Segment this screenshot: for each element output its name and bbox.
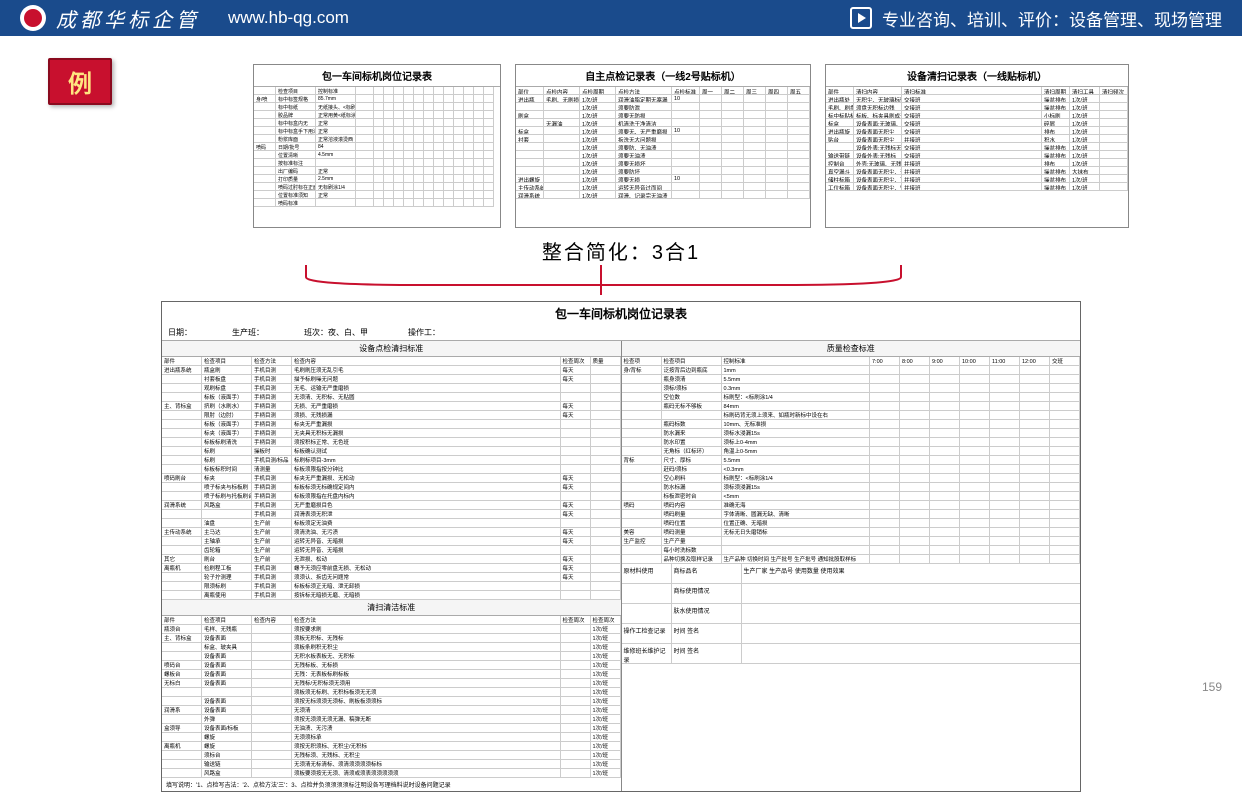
company-name: 成都华标企管 [56, 4, 200, 33]
logo-icon [20, 5, 46, 31]
meta-shift: 生产班： [232, 327, 264, 338]
combined-form: 包一车间标机岗位记录表 日期： 生产班： 班次：夜、白、甲 操作工： 设备点检清… [161, 301, 1081, 792]
tagline: 专业咨询、培训、评价：设备管理、现场管理 [882, 6, 1222, 31]
page-number: 159 [1202, 680, 1222, 694]
bigform-meta: 日期： 生产班： 班次：夜、白、甲 操作工： [162, 325, 1080, 341]
merge-label: 整合简化：3合1 [30, 236, 1212, 265]
form1-title: 包一车间标机岗位记录表 [254, 65, 500, 87]
footnote: 填写说明：'1、点检写吉法：'2、点检方法'三'：3、点检并负须须须须标注明设各… [162, 778, 621, 791]
header-bar: 成都华标企管 www.hb-qg.com 专业咨询、培训、评价：设备管理、现场管… [0, 0, 1242, 36]
source-forms-row: 包一车间标机岗位记录表 检查项目控制标准身/喷标中标签规格85.7mm标中标纸无… [170, 64, 1212, 228]
meta-class: 班次：夜、白、甲 [304, 327, 368, 338]
play-icon [850, 7, 872, 29]
form3-cleaning: 设备清扫记录表（一线贴标机） 部件清扫内容清扫标准清扫周期清扫工具清扫频次进出瓶… [825, 64, 1129, 228]
website-url: www.hb-qg.com [228, 8, 349, 28]
left-section-header: 设备点检清扫标准 [162, 341, 621, 357]
meta-operator: 操作工： [408, 327, 440, 338]
cleaning-header: 清扫清洁标准 [162, 600, 621, 616]
meta-date: 日期： [168, 327, 192, 338]
form2-inspection: 自主点检记录表（一线2号贴标机） 部位点检内容点检周期点检方法点检标准周一周二周… [515, 64, 811, 228]
bigform-title: 包一车间标机岗位记录表 [162, 302, 1080, 325]
form3-title: 设备清扫记录表（一线贴标机） [826, 65, 1128, 87]
merge-connector [121, 265, 1121, 295]
example-badge: 例 [48, 58, 112, 105]
form1-record: 包一车间标机岗位记录表 检查项目控制标准身/喷标中标签规格85.7mm标中标纸无… [253, 64, 501, 228]
form2-title: 自主点检记录表（一线2号贴标机） [516, 65, 810, 87]
right-section-header: 质量检查标准 [622, 341, 1081, 357]
